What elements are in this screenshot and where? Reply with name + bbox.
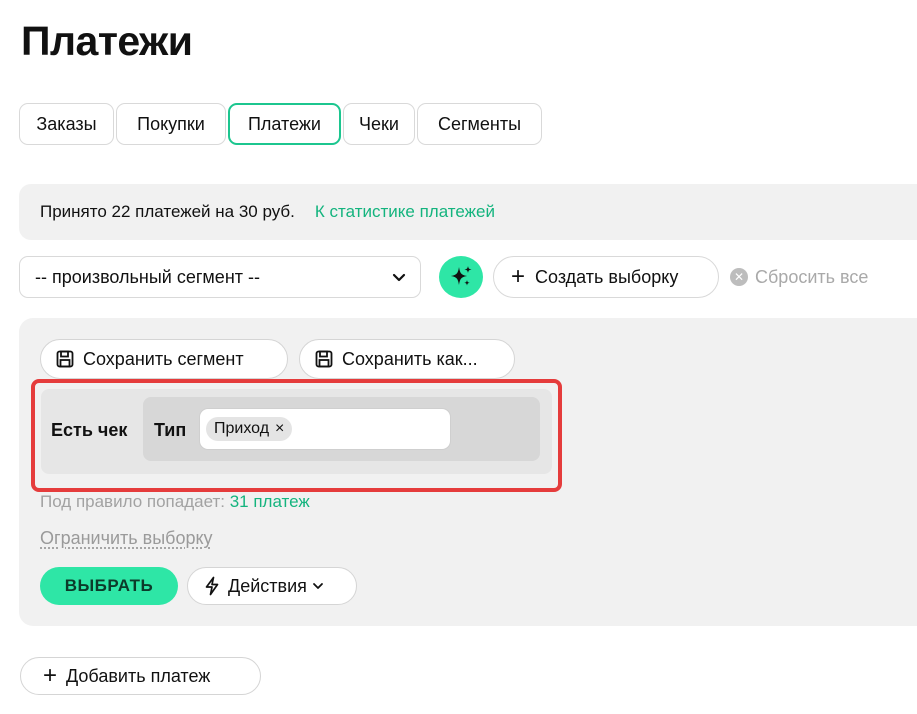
lightning-icon bbox=[205, 576, 219, 596]
rule-condition: Тип Приход × bbox=[143, 397, 540, 461]
save-segment-label: Сохранить сегмент bbox=[83, 348, 244, 369]
rule-hint-count[interactable]: 31 платеж bbox=[230, 492, 310, 511]
actions-dropdown[interactable]: Действия bbox=[187, 567, 357, 605]
stats-link[interactable]: К статистике платежей bbox=[315, 202, 495, 222]
plus-icon: + bbox=[43, 662, 58, 689]
tab-segments[interactable]: Сегменты bbox=[417, 103, 542, 145]
stats-text: Принято 22 платежей на 30 руб. bbox=[40, 202, 295, 221]
floppy-disk-icon bbox=[56, 350, 74, 368]
floppy-disk-icon bbox=[315, 350, 333, 368]
reset-all-label: Сбросить все bbox=[755, 266, 869, 287]
stats-bar: Принято 22 платежей на 30 руб. К статист… bbox=[19, 184, 917, 240]
create-selection-label: Создать выборку bbox=[535, 266, 679, 287]
plus-icon: + bbox=[511, 263, 526, 290]
rule-label: Есть чек bbox=[51, 420, 128, 440]
actions-label: Действия bbox=[228, 575, 307, 596]
chevron-down-icon bbox=[312, 583, 323, 589]
tab-orders[interactable]: Заказы bbox=[19, 103, 114, 145]
add-payment-label: Добавить платеж bbox=[66, 665, 211, 686]
rule-hint: Под правило попадает: 31 платеж bbox=[40, 492, 310, 512]
filter-row: -- произвольный сегмент -- + Создать выб… bbox=[19, 256, 917, 298]
create-selection-button[interactable]: + Создать выборку bbox=[493, 256, 719, 298]
reset-all-button[interactable]: ✕ Сбросить все bbox=[730, 256, 868, 298]
magic-button[interactable] bbox=[439, 256, 483, 298]
save-segment-button[interactable]: Сохранить сегмент bbox=[40, 339, 288, 379]
rule-row: Есть чек Тип Приход × bbox=[41, 389, 552, 474]
rule-highlight: Есть чек Тип Приход × bbox=[31, 379, 562, 492]
type-tag: Приход × bbox=[206, 417, 293, 441]
page-title: Платежи bbox=[21, 18, 193, 64]
add-payment-button[interactable]: + Добавить платеж bbox=[20, 657, 261, 695]
segment-select-value: -- произвольный сегмент -- bbox=[35, 266, 260, 287]
choose-button[interactable]: ВЫБРАТЬ bbox=[40, 567, 178, 605]
save-as-label: Сохранить как... bbox=[342, 348, 478, 369]
chevron-down-icon bbox=[392, 273, 406, 282]
rule-hint-text: Под правило попадает: bbox=[40, 492, 225, 511]
type-multiselect-input[interactable]: Приход × bbox=[199, 408, 451, 450]
tab-payments[interactable]: Платежи bbox=[228, 103, 341, 145]
segment-panel: Сохранить сегмент Сохранить как... Есть … bbox=[19, 318, 917, 626]
segment-select[interactable]: -- произвольный сегмент -- bbox=[19, 256, 421, 298]
remove-tag-icon[interactable]: × bbox=[275, 420, 284, 438]
sparkles-icon bbox=[451, 266, 472, 286]
clear-icon: ✕ bbox=[730, 268, 748, 286]
tabs: Заказы Покупки Платежи Чеки Сегменты bbox=[19, 103, 542, 145]
limit-selection-link[interactable]: Ограничить выборку bbox=[40, 528, 213, 549]
condition-label: Тип bbox=[154, 420, 187, 440]
tab-receipts[interactable]: Чеки bbox=[343, 103, 415, 145]
type-tag-label: Приход bbox=[214, 420, 270, 437]
save-as-button[interactable]: Сохранить как... bbox=[299, 339, 515, 379]
tab-purchases[interactable]: Покупки bbox=[116, 103, 226, 145]
